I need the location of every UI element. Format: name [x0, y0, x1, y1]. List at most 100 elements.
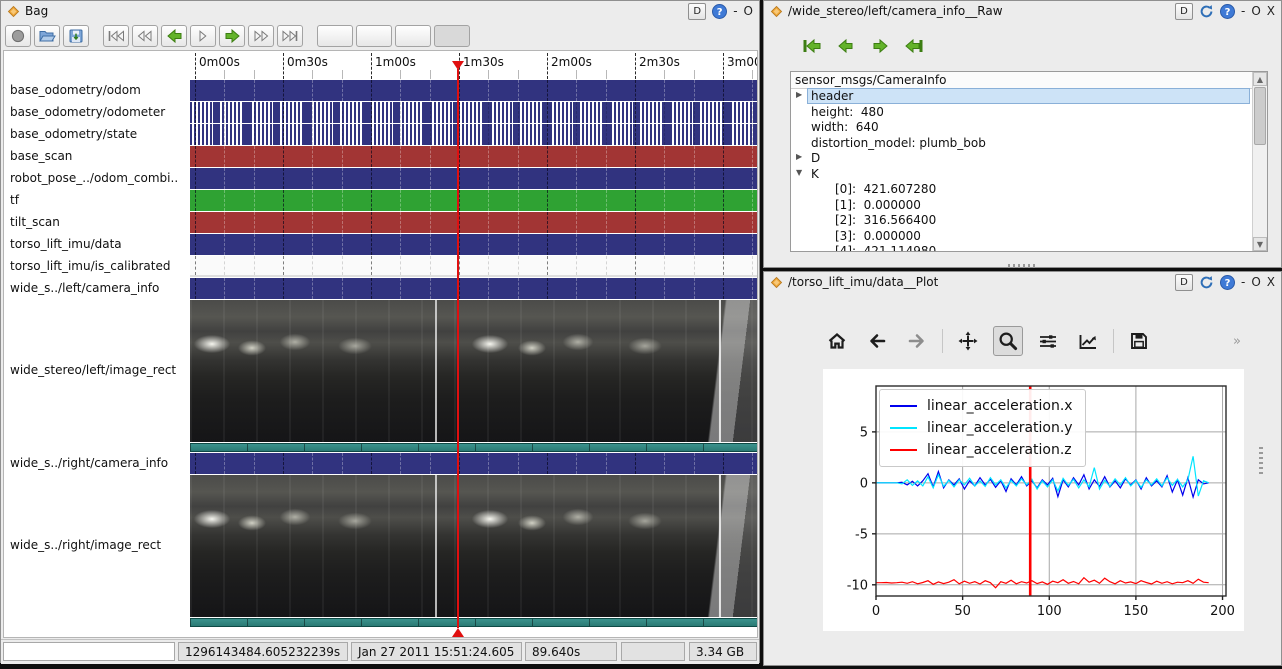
playhead[interactable] — [457, 69, 459, 628]
timeline-row[interactable] — [190, 234, 757, 255]
seek-start-button[interactable] — [103, 25, 129, 47]
toolbar-blank-button[interactable] — [356, 25, 392, 47]
tree-row[interactable]: width: 640 — [791, 120, 1252, 135]
message-type-header[interactable]: sensor_msgs/CameraInfo — [791, 72, 1267, 89]
playhead-top-marker[interactable] — [452, 61, 464, 70]
tree-row[interactable]: ▼K — [791, 167, 1252, 182]
restore-button[interactable]: O — [1251, 275, 1260, 289]
ruler-major-tick — [371, 53, 372, 79]
scroll-up-icon[interactable]: ▲ — [1253, 72, 1267, 86]
timeline-row[interactable] — [190, 278, 757, 299]
minimize-button[interactable]: - — [733, 4, 737, 18]
tree-row[interactable]: [4]: 421.114980 — [791, 244, 1252, 252]
vertical-splitter-handle[interactable] — [1259, 447, 1263, 475]
grid-minor — [606, 212, 607, 233]
customize-button[interactable] — [1073, 326, 1103, 356]
dock-button[interactable]: D — [1175, 274, 1193, 291]
tree-row[interactable]: height: 480 — [791, 105, 1252, 120]
subplots-button[interactable] — [1033, 326, 1063, 356]
toolbar-blank-button[interactable] — [317, 25, 353, 47]
tree-row[interactable]: [1]: 0.000000 — [791, 198, 1252, 213]
help-icon[interactable]: ? — [1220, 4, 1235, 19]
expand-icon[interactable]: ▶ — [796, 152, 802, 161]
status-filter-field[interactable] — [3, 642, 175, 661]
tree-row[interactable]: ▶header — [791, 89, 1252, 104]
timeline-row[interactable] — [190, 190, 757, 211]
timeline-row[interactable] — [190, 168, 757, 189]
save-button[interactable] — [1124, 326, 1154, 356]
tree-row[interactable]: [2]: 316.566400 — [791, 213, 1252, 228]
toolbar-blank-button[interactable] — [395, 25, 431, 47]
grid-major — [723, 102, 724, 123]
horizontal-splitter-handle[interactable] — [1008, 264, 1038, 268]
pan-icon — [958, 331, 978, 351]
save-button[interactable] — [63, 25, 89, 47]
playhead-bottom-marker[interactable] — [452, 628, 464, 637]
message-last-button[interactable] — [900, 33, 928, 59]
close-button[interactable]: X — [1267, 4, 1275, 18]
restore-button[interactable]: O — [1251, 4, 1260, 18]
restore-button[interactable]: O — [744, 4, 753, 18]
message-next-button[interactable] — [866, 33, 894, 59]
thumbnail-range-bar[interactable] — [190, 618, 757, 627]
dock-button[interactable]: D — [1175, 3, 1193, 20]
step-back-button[interactable] — [161, 25, 187, 47]
rewind-button[interactable] — [132, 25, 158, 47]
refresh-icon[interactable] — [1199, 4, 1214, 19]
message-first-button[interactable] — [798, 33, 826, 59]
seek-end-button[interactable] — [277, 25, 303, 47]
plot-figure[interactable]: 05010015020050-5-10 linear_acceleration.… — [823, 369, 1244, 631]
step-forward-button[interactable] — [219, 25, 245, 47]
window-title: /torso_lift_imu/data__Plot — [788, 275, 938, 289]
timeline-row[interactable] — [190, 475, 757, 617]
scroll-down-icon[interactable]: ▼ — [1253, 237, 1267, 251]
tree-row[interactable]: ▶D — [791, 151, 1252, 166]
message-nav-toolbar — [798, 33, 928, 59]
ruler-minor-tick — [254, 70, 255, 79]
record-button[interactable] — [5, 25, 31, 47]
bag-timeline[interactable]: 0m00s0m30s1m00s1m30s2m00s2m30s3m00sbase_… — [3, 50, 758, 638]
timeline-row[interactable] — [190, 80, 757, 101]
timeline-row[interactable] — [190, 453, 757, 474]
timeline-row[interactable] — [190, 212, 757, 233]
home-button[interactable] — [822, 326, 852, 356]
collapse-icon[interactable]: ▼ — [796, 168, 802, 177]
help-icon[interactable]: ? — [1220, 275, 1235, 290]
plot-titlebar[interactable]: /torso_lift_imu/data__Plot D ? - O X — [764, 272, 1281, 292]
play-button[interactable] — [190, 25, 216, 47]
help-icon[interactable]: ? — [712, 4, 727, 19]
bag-titlebar[interactable]: Bag D ? - O — [1, 1, 759, 21]
toolbar-overflow-icon[interactable]: » — [1233, 334, 1241, 349]
forward-button[interactable] — [902, 326, 932, 356]
scrollbar-thumb[interactable] — [1254, 87, 1266, 145]
zoom-button[interactable] — [993, 326, 1023, 356]
message-previous-button[interactable] — [832, 33, 860, 59]
tree-row[interactable]: [3]: 0.000000 — [791, 229, 1252, 244]
pan-button[interactable] — [953, 326, 983, 356]
tree-scrollbar[interactable]: ▲ ▼ — [1252, 72, 1267, 251]
raw-titlebar[interactable]: /wide_stereo/left/camera_info__Raw D ? -… — [764, 1, 1281, 21]
timeline-row[interactable] — [190, 124, 757, 145]
tree-row[interactable]: distortion_model: plumb_bob — [791, 136, 1252, 151]
timeline-row[interactable] — [190, 256, 757, 277]
expand-icon[interactable]: ▶ — [796, 90, 802, 99]
tree-row[interactable]: [0]: 421.607280 — [791, 182, 1252, 197]
minimize-button[interactable]: - — [1241, 4, 1245, 18]
close-button[interactable]: X — [1267, 275, 1275, 289]
timeline-row[interactable] — [190, 300, 757, 442]
fast-forward-button[interactable] — [248, 25, 274, 47]
message-tree[interactable]: sensor_msgs/CameraInfo ▶headerheight: 48… — [790, 71, 1268, 252]
dock-button[interactable]: D — [688, 3, 706, 20]
grid-major — [459, 212, 460, 233]
timeline-row[interactable] — [190, 102, 757, 123]
refresh-icon[interactable] — [1199, 275, 1214, 290]
svg-text:-10: -10 — [847, 578, 868, 593]
open-button[interactable] — [34, 25, 60, 47]
ruler-tick-label: 0m00s — [199, 55, 240, 69]
toolbar-blank-button[interactable] — [434, 25, 470, 47]
timeline-row[interactable] — [190, 146, 757, 167]
minimize-button[interactable]: - — [1241, 275, 1245, 289]
thumbnail-range-bar[interactable] — [190, 443, 757, 452]
back-button[interactable] — [862, 326, 892, 356]
topic-label: base_odometry/odometer — [10, 105, 165, 119]
